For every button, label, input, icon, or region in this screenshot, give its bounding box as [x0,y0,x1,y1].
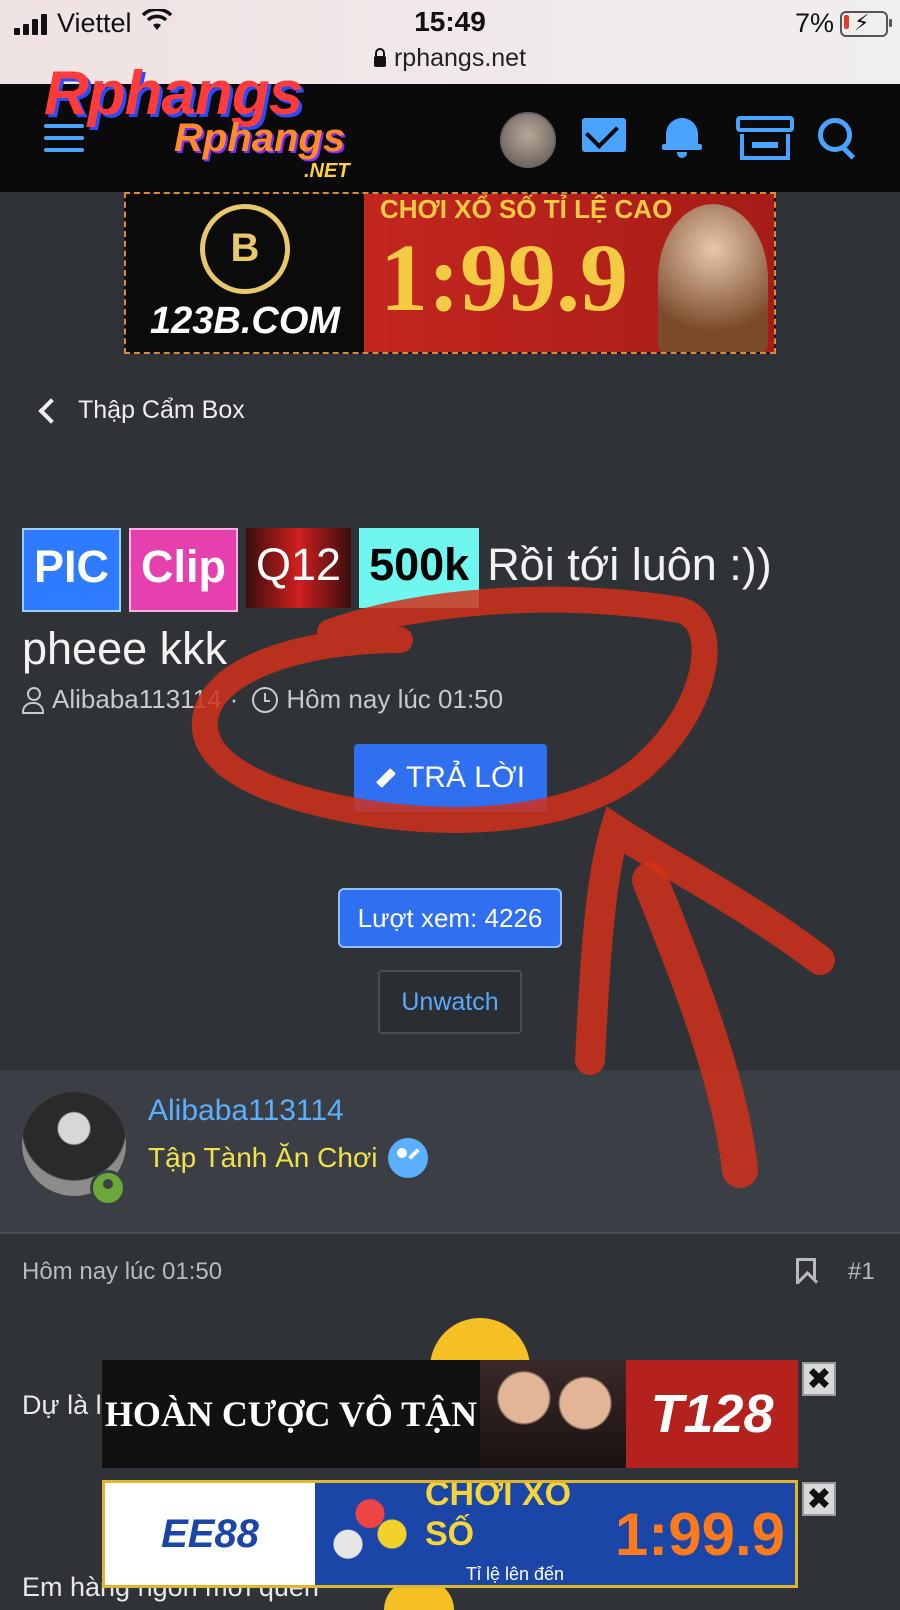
prefix-tag-500k[interactable]: 500k [359,528,480,608]
ad-banner-bottom-2[interactable]: EE88 CHƠI XỔ SỐ Tỉ lệ lên đến 1:99.9 [102,1480,798,1588]
thread-title-line2: pheee kkk [22,623,228,674]
pencil-icon [376,768,396,788]
ad-odds: 1:99.9 [380,224,628,331]
battery-percent: 7% [794,8,834,38]
search-icon[interactable] [818,118,858,160]
ad2-headline-box: CHƠI XỔ SỐ Tỉ lệ lên đến [425,1483,605,1585]
ad2-subline: Tỉ lệ lên đến [465,1564,565,1584]
prefix-tag-q12[interactable]: Q12 [246,528,352,608]
bell-icon[interactable] [662,112,702,158]
ad2-odds: 1:99.9 [614,1500,786,1568]
prefix-tag-pic[interactable]: PIC [22,528,122,612]
breadcrumb-label: Thập Cẩm Box [78,396,245,424]
clock-icon [252,686,279,713]
bookmark-icon[interactable] [796,1258,816,1284]
logo-text-secondary: Rphangs [174,116,346,160]
thread-meta: Alibaba113114 · Hôm nay lúc 01:50 [22,684,503,715]
user-avatar[interactable] [500,112,556,168]
ad2-headline: CHƠI XỔ SỐ [425,1480,572,1553]
user-edit-icon [387,1138,428,1178]
site-header: Rphangs Rphangs .NET [0,59,900,192]
ad1-model-image [480,1360,626,1468]
ad-banner-top[interactable]: B 123B.COM CHƠI XỔ SỐ TỈ LỆ CAO 1:99.9 [124,192,776,354]
reply-button-label: TRẢ LỜI [405,761,526,794]
user-icon [22,686,44,714]
thread-date[interactable]: Hôm nay lúc 01:50 [286,684,503,715]
ad-coin-logo: B [200,203,290,294]
author-rank-label: Tập Tành Ăn Chơi [148,1142,378,1173]
ad1-headline: HOÀN CƯỢC VÔ TẬN [104,1394,478,1434]
thread-author[interactable]: Alibaba113114 [52,684,222,715]
close-icon[interactable]: ✖ [802,1482,836,1516]
thread-title: PIC Clip Q12 500k Rồi tới luôn :)) pheee kkk [22,528,882,686]
ad-banner-bottom-1[interactable]: HOÀN CƯỢC VÔ TẬN T128 [102,1360,798,1468]
chevron-left-icon [38,397,64,424]
url-text: rphangs.net [393,44,527,72]
view-count-badge: Lượt xem: 4226 [338,888,562,948]
ad-headline: CHƠI XỔ SỐ TỈ LỆ CAO [380,194,673,224]
post-number[interactable]: #1 [848,1258,875,1286]
site-logo[interactable]: Rphangs Rphangs .NET [44,58,404,188]
breadcrumb[interactable]: Thập Cẩm Box [36,396,245,425]
thread-title-text: Rồi tới luôn :)) [487,539,772,590]
prefix-tag-clip[interactable]: Clip [129,528,239,612]
logo-text-net: .NET [304,160,350,182]
status-right: 7% ⚡ [794,8,892,39]
meta-separator: · [229,684,239,714]
lottery-balls-image [315,1483,425,1585]
close-icon[interactable]: ✖ [802,1362,836,1396]
reply-button[interactable]: TRẢ LỜI [354,744,547,812]
mail-icon[interactable] [582,118,626,152]
store-icon[interactable] [736,112,794,162]
ad-brand: 123B.COM [149,299,341,342]
ad1-brand: T128 [626,1360,798,1468]
author-rank: Tập Tành Ăn Chơi [148,1138,428,1178]
ad-model-image [658,204,768,352]
author-name[interactable]: Alibaba113114 [148,1094,344,1128]
clock: 15:49 [414,6,486,37]
unwatch-button[interactable]: Unwatch [378,970,522,1034]
post-date[interactable]: Hôm nay lúc 01:50 [22,1258,222,1286]
ad2-brand: EE88 [105,1483,315,1585]
online-status-icon [90,1170,126,1206]
post-body-line1: Dự là l [22,1390,102,1420]
post-author-card: Alibaba113114 Tập Tành Ăn Chơi [0,1070,900,1234]
battery-icon: ⚡ [840,10,892,37]
